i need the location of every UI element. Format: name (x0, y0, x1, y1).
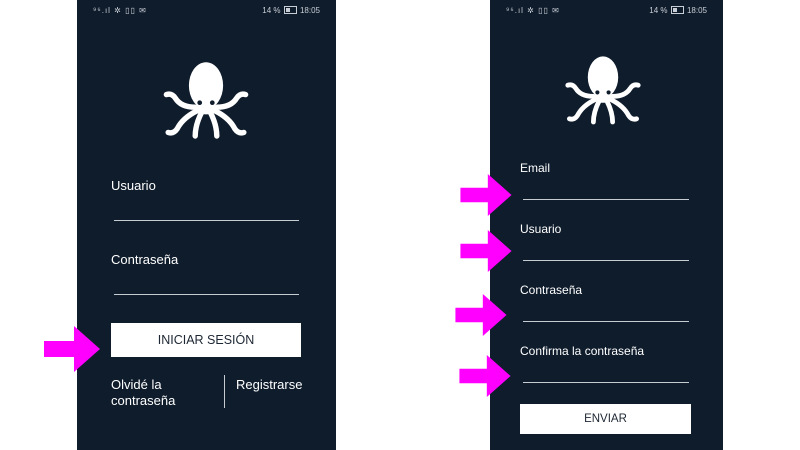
octopus-icon (163, 62, 249, 139)
link-divider (224, 375, 225, 408)
login-screen: ⁹⁶.ıl ✲ ▯▯ ✉ 14 % 18:05 Usuario Contrase… (77, 0, 336, 450)
magenta-arrow-icon (44, 326, 100, 372)
status-time: 18:05 (299, 6, 320, 15)
send-button[interactable]: ENVIAR (520, 404, 691, 434)
register-screen: ⁹⁶.ıl ✲ ▯▯ ✉ 14 % 18:05 Email Usuario Co… (490, 0, 723, 450)
status-bar: ⁹⁶.ıl ✲ ▯▯ ✉ 14 % 18:05 (77, 0, 336, 20)
magenta-arrow-icon (460, 230, 512, 272)
battery-percent: 14 % (262, 6, 281, 15)
password-input[interactable] (523, 321, 689, 322)
status-time: 18:05 (686, 6, 707, 15)
username-input[interactable] (114, 220, 299, 221)
battery-icon (670, 6, 684, 14)
username-label: Usuario (111, 178, 156, 193)
magenta-arrow-icon (459, 355, 511, 397)
status-bar: ⁹⁶.ıl ✲ ▯▯ ✉ 14 % 18:05 (490, 0, 723, 20)
password-label: Contraseña (111, 252, 179, 267)
register-link[interactable]: Registrarse (236, 377, 302, 393)
email-label: Email (520, 161, 551, 175)
battery-icon (283, 6, 297, 14)
status-icons: ⁹⁶.ıl ✲ ▯▯ ✉ (93, 6, 147, 15)
username-input[interactable] (523, 260, 689, 261)
magenta-arrow-icon (455, 294, 507, 336)
forgot-password-link[interactable]: Olvidé la contraseña (111, 377, 211, 409)
confirm-password-input[interactable] (523, 382, 689, 383)
confirm-password-label: Confirma la contraseña (520, 344, 645, 358)
status-icons: ⁹⁶.ıl ✲ ▯▯ ✉ (506, 6, 560, 15)
magenta-arrow-icon (460, 174, 512, 216)
email-input[interactable] (523, 199, 689, 200)
password-label: Contraseña (520, 283, 583, 297)
octopus-icon (565, 56, 641, 125)
login-button[interactable]: INICIAR SESIÓN (111, 323, 301, 357)
password-input[interactable] (114, 294, 299, 295)
battery-percent: 14 % (649, 6, 668, 15)
username-label: Usuario (520, 222, 562, 236)
